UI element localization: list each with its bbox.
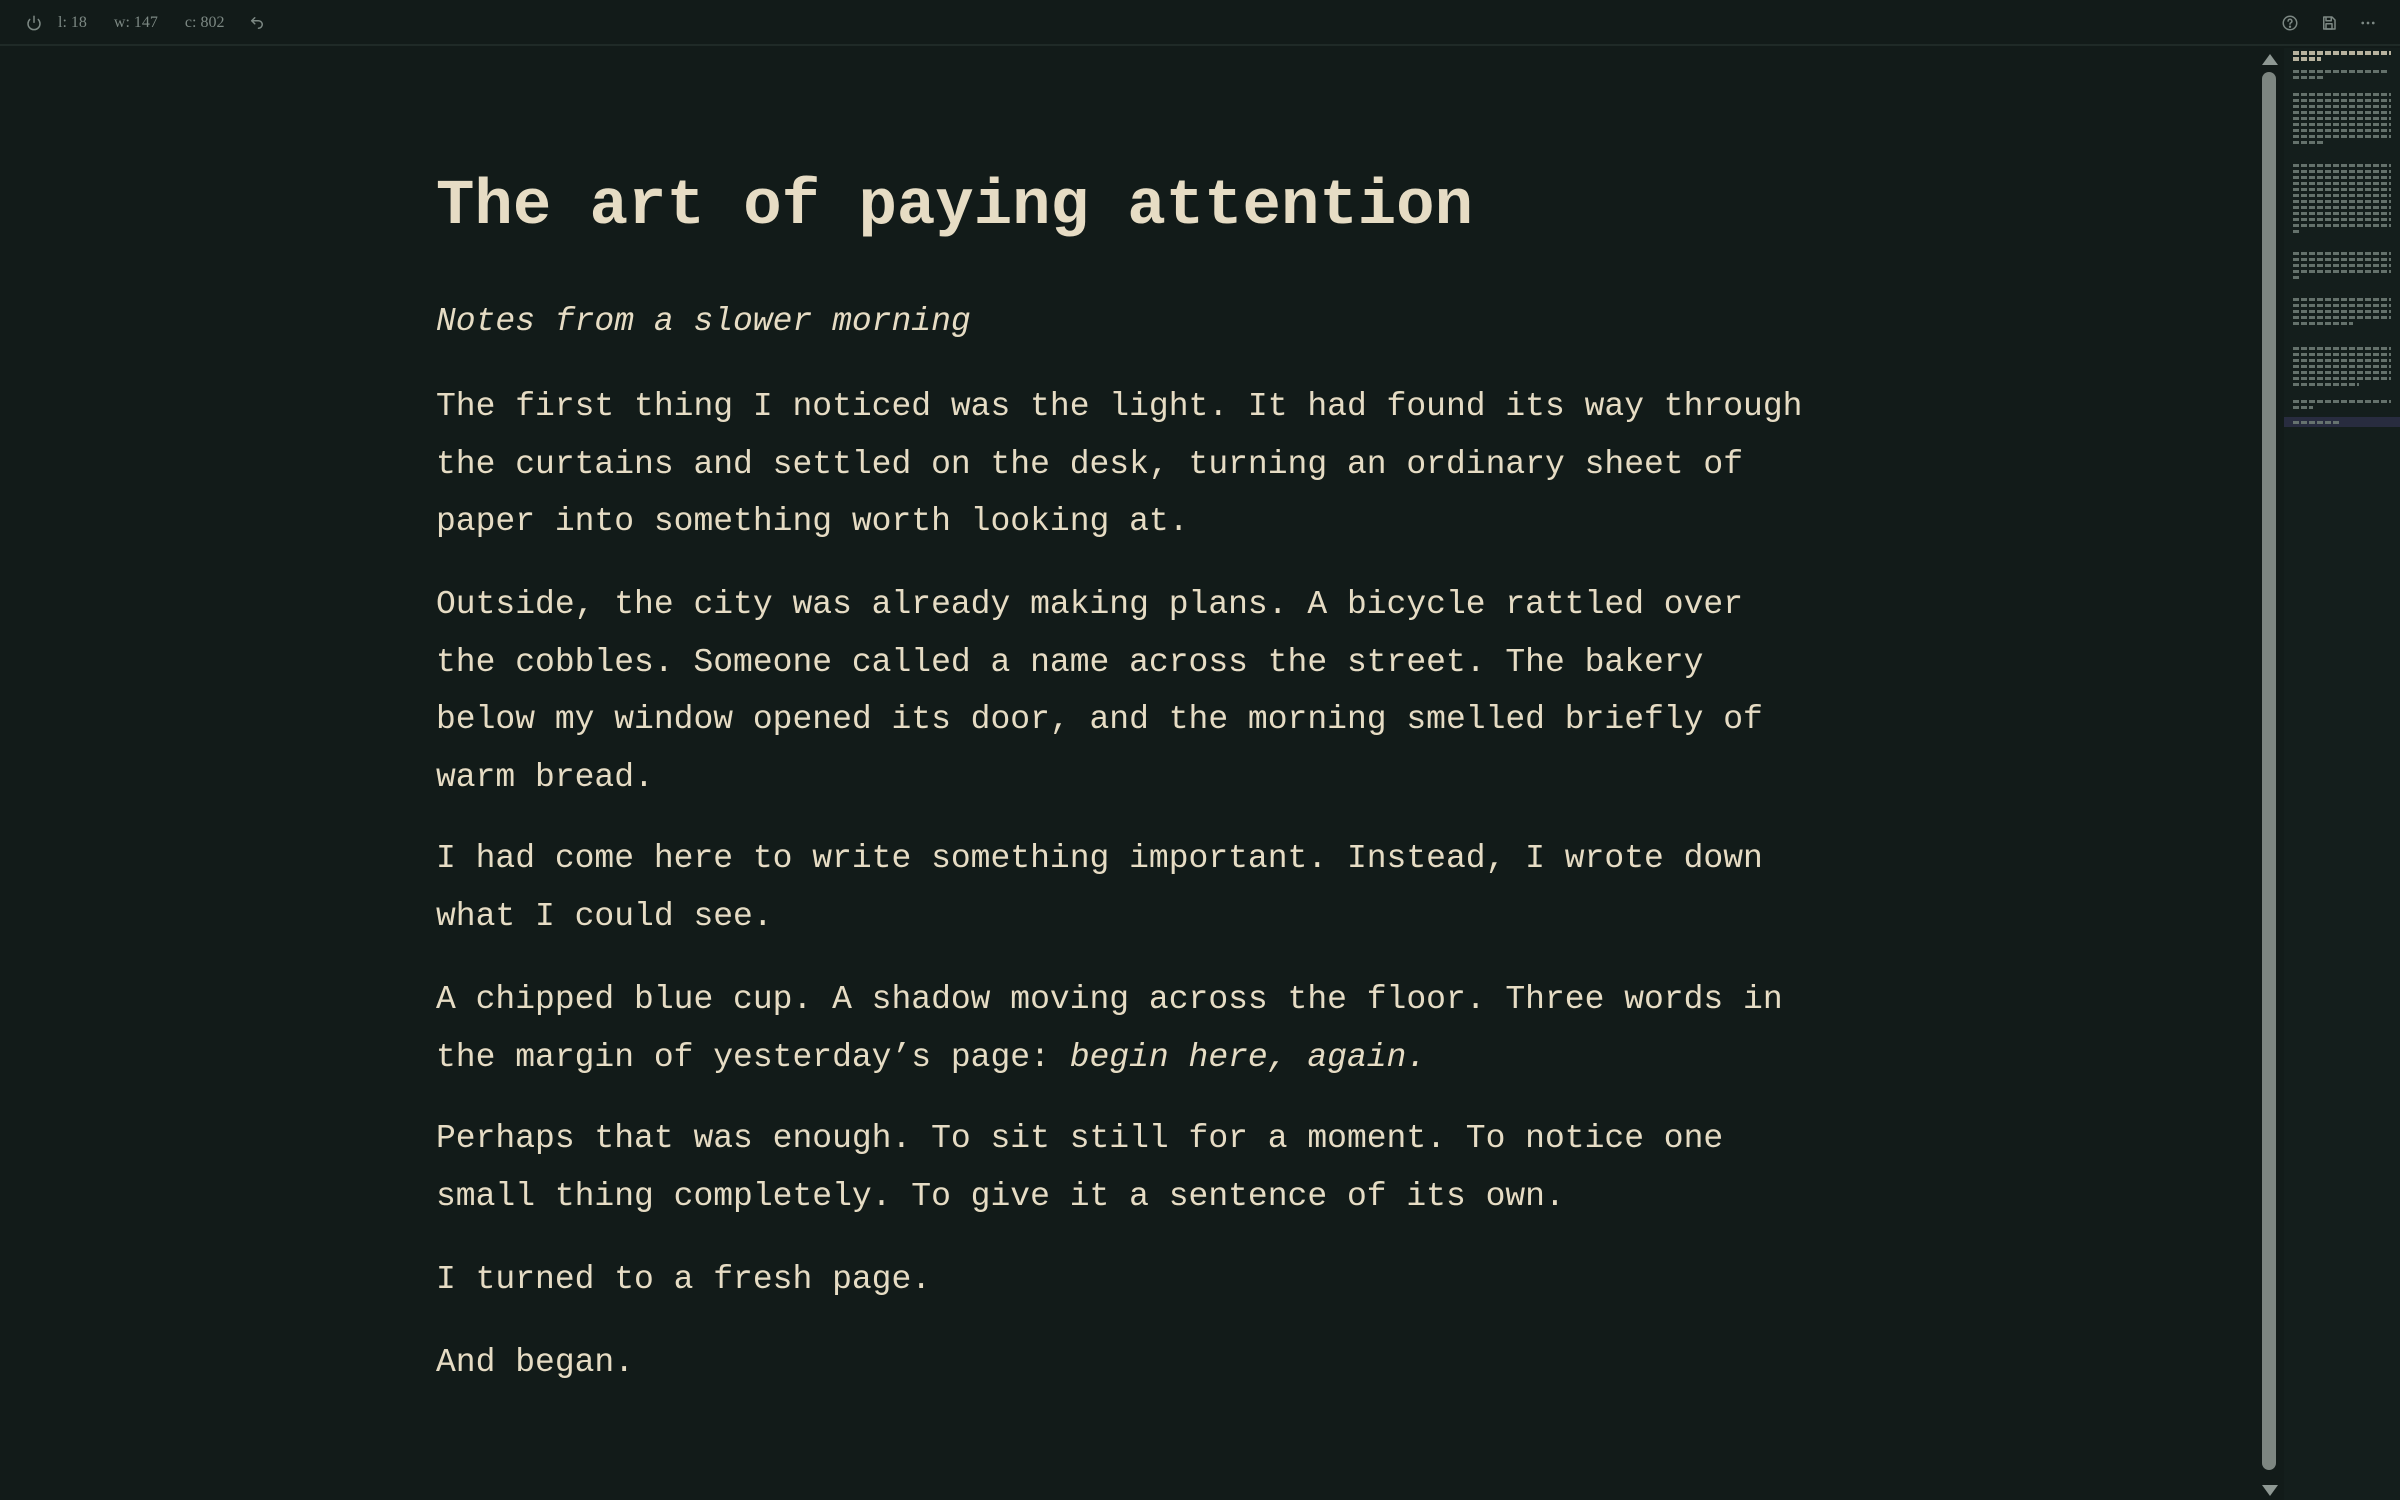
paragraph-4: A chipped blue cup. A shadow moving acro…	[436, 971, 1783, 1086]
help-icon[interactable]	[2278, 11, 2302, 35]
vertical-scrollbar[interactable]	[2258, 48, 2282, 1500]
minimap-line	[2293, 129, 2391, 132]
status-left: l: 18 w: 147 c: 802	[22, 0, 269, 46]
scroll-down-arrow-icon[interactable]	[2262, 1485, 2278, 1496]
minimap-line	[2293, 200, 2391, 203]
paragraph-3: I had come here to write something impor…	[436, 830, 1763, 945]
minimap-line	[2293, 117, 2391, 120]
paragraph-line: The first thing I noticed was the light.…	[436, 388, 1803, 425]
paragraph-line: paper into something worth looking at.	[436, 503, 1189, 540]
paragraph-6: I turned to a fresh page.	[436, 1251, 931, 1309]
minimap-line	[2293, 406, 2313, 409]
paragraph-line: the curtains and settled on the desk, tu…	[436, 445, 1744, 483]
minimap-line	[2293, 365, 2391, 368]
minimap-line	[2293, 105, 2391, 108]
minimap-line	[2293, 371, 2391, 374]
minimap-line	[2293, 164, 2391, 167]
minimap-line	[2293, 123, 2391, 126]
minimap-line	[2293, 310, 2391, 313]
char-count: c: 802	[184, 14, 225, 31]
undo-icon[interactable]	[245, 11, 269, 35]
minimap-line	[2293, 182, 2391, 185]
scroll-up-arrow-icon[interactable]	[2262, 54, 2278, 65]
minimap-line	[2293, 135, 2391, 138]
minimap-line	[2293, 347, 2391, 350]
word-count: w: 147	[113, 14, 158, 31]
paragraph-line: the cobbles. Someone called a name acros…	[436, 643, 1704, 681]
minimap-line	[2293, 316, 2391, 319]
paragraph-7: And began.	[436, 1334, 634, 1392]
save-icon[interactable]	[2317, 11, 2341, 35]
scroll-thumb[interactable]	[2262, 72, 2276, 1470]
paragraph-line: the margin of yesterday’s page: begin he…	[436, 1029, 1783, 1087]
document-title: The art of paying attention	[436, 171, 1473, 243]
minimap-line	[2293, 111, 2391, 114]
minimap-line	[2293, 383, 2359, 386]
paragraph-line: below my window opened its door, and the…	[436, 701, 1763, 738]
paragraph-line: I had come here to write something impor…	[436, 840, 1763, 877]
emphasized-text: begin here, again.	[1069, 1038, 1427, 1076]
paragraph-line: small thing completely. To give it a sen…	[436, 1177, 1565, 1215]
minimap-line	[2293, 421, 2341, 424]
minimap-line	[2293, 322, 2353, 325]
status-right	[2278, 0, 2380, 46]
minimap-line	[2293, 141, 2325, 144]
minimap-line	[2293, 51, 2391, 55]
minimap-line	[2293, 252, 2391, 255]
more-icon[interactable]	[2356, 11, 2380, 35]
minimap-line	[2293, 400, 2391, 403]
minimap-line	[2293, 298, 2391, 301]
document-subtitle: Notes from a slower morning	[436, 303, 971, 340]
minimap-line	[2293, 176, 2391, 179]
paragraph-1: The first thing I noticed was the light.…	[436, 378, 1802, 551]
paragraph-line: Outside, the city was already making pla…	[436, 586, 1744, 623]
minimap-line	[2293, 93, 2391, 96]
paragraph-line: A chipped blue cup. A shadow moving acro…	[436, 981, 1783, 1018]
minimap-line	[2293, 230, 2299, 233]
line-count: l: 18	[58, 14, 87, 31]
power-icon[interactable]	[22, 11, 46, 35]
paragraph-text: the margin of yesterday’s page:	[436, 1038, 1070, 1076]
minimap-line	[2293, 206, 2391, 209]
minimap-line	[2293, 270, 2391, 273]
paragraph-line: what I could see.	[436, 897, 773, 935]
minimap-line	[2293, 359, 2391, 362]
minimap-line	[2293, 76, 2323, 79]
paragraph-2: Outside, the city was already making pla…	[436, 576, 1763, 806]
minimap-line	[2293, 194, 2391, 197]
minimap-line	[2293, 212, 2391, 215]
minimap-line	[2293, 377, 2391, 380]
status-bar: l: 18 w: 147 c: 802	[0, 0, 2400, 46]
minimap-line	[2293, 188, 2391, 191]
minimap-line	[2293, 264, 2391, 267]
minimap-line	[2293, 224, 2391, 227]
paragraph-line: Perhaps that was enough. To sit still fo…	[436, 1120, 1724, 1157]
paragraph-line: I turned to a fresh page.	[436, 1261, 932, 1298]
minimap-line	[2293, 170, 2391, 173]
minimap-line	[2293, 258, 2391, 261]
minimap-line	[2293, 99, 2391, 102]
minimap-line	[2293, 276, 2299, 279]
minimap-line	[2293, 353, 2391, 356]
document-minimap[interactable]	[2284, 48, 2400, 1500]
minimap-line	[2293, 218, 2391, 221]
paragraph-line: warm bread.	[436, 758, 654, 796]
minimap-line	[2293, 304, 2391, 307]
paragraph-5: Perhaps that was enough. To sit still fo…	[436, 1110, 1723, 1225]
paragraph-line: And began.	[436, 1344, 635, 1381]
minimap-line	[2293, 70, 2389, 73]
minimap-line	[2293, 57, 2321, 61]
